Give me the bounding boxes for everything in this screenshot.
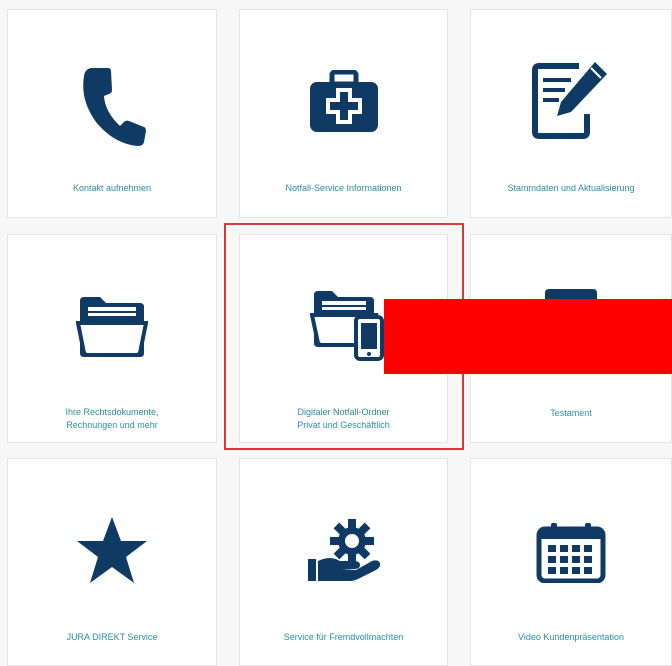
tile-rechtsdokumente[interactable]: Ihre Rechtsdokumente, Rechnungen und meh… [7, 234, 217, 443]
tile-label: JURA DIREKT Service [66, 632, 158, 642]
redaction-bar [384, 299, 672, 374]
tile-label: Video Kundenpräsentation [518, 632, 624, 642]
first-aid-kit-icon [240, 70, 447, 136]
tile-notfall-service[interactable]: Notfall-Service Informationen [239, 9, 448, 218]
calendar-icon [471, 521, 671, 583]
tile-video-praesentation[interactable]: Video Kundenpräsentation [470, 458, 672, 666]
tile-label: Kontakt aufnehmen [72, 183, 152, 193]
tile-label: Notfall-Service Informationen [285, 183, 402, 193]
tile-label: Service für Fremdvollmachten [283, 632, 404, 642]
tile-kontakt[interactable]: Kontakt aufnehmen [7, 9, 217, 218]
tile-label-line2: Rechnungen und mehr [66, 420, 158, 430]
edit-document-icon [471, 56, 671, 142]
tile-jura-direkt[interactable]: JURA DIREKT Service [7, 458, 217, 666]
star-icon [8, 515, 216, 585]
tile-label-line1: Ihre Rechtsdokumente, [65, 407, 159, 417]
tile-label: Stammdaten und Aktualisierung [507, 183, 635, 193]
tile-label: Testament [550, 408, 592, 418]
folder-icon [8, 293, 216, 359]
tile-label: Digitaler Notfall-Ordner Privat und Gesc… [246, 406, 441, 432]
tile-label-line1: Digitaler Notfall-Ordner [297, 407, 390, 417]
tile-label-line2: Privat und Geschäftlich [297, 420, 390, 430]
hand-gear-icon [240, 517, 447, 583]
tile-stammdaten[interactable]: Stammdaten und Aktualisierung [470, 9, 672, 218]
tile-fremdvollmachten[interactable]: Service für Fremdvollmachten [239, 458, 448, 666]
tile-label: Ihre Rechtsdokumente, Rechnungen und meh… [14, 406, 210, 432]
phone-icon [8, 60, 216, 150]
